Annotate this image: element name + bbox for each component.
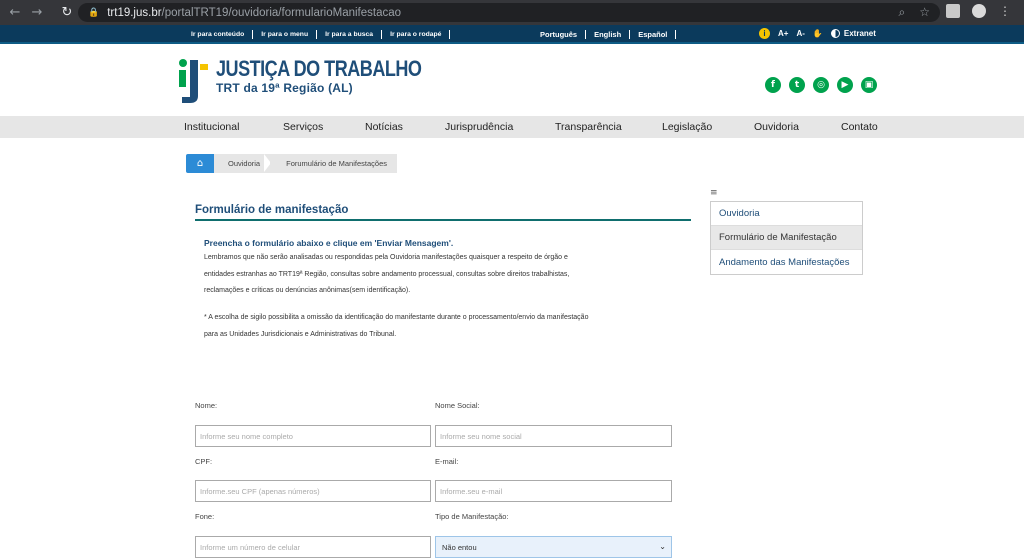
main-nav: Institucional Serviços Notícias Jurispru… [0,116,1024,138]
skip-content-link[interactable]: Ir para conteúdo [191,30,254,39]
side-menu-andamento[interactable]: Andamento das Manifestações [711,250,862,274]
forward-icon[interactable]: → [26,2,48,24]
secrecy-line: * A escolha de sigilo possibilita a omis… [204,314,589,321]
breadcrumb-current-label: Forumulário de Manifestações [286,159,387,168]
accessibility-bar: Ir para conteúdo Ir para o menu Ir para … [0,25,1024,44]
font-decrease-button[interactable]: A- [796,29,804,38]
secrecy-line: para as Unidades Jurisdicionais e Admini… [204,330,397,338]
nome-input[interactable]: Informe seu nome completo [195,425,431,447]
logo-title: JUSTIÇA DO TRABALHO [216,56,422,81]
browser-toolbar: ← → ↻ 🔒 trt19.jus.br/portalTRT19/ouvidor… [0,0,1024,25]
fone-label: Fone: [195,512,215,521]
reload-icon[interactable]: ↻ [56,2,78,24]
font-increase-button[interactable]: A+ [778,29,788,38]
nome-social-label: Nome Social: [435,401,480,410]
secrecy-paragraph: * A escolha de sigilo possibilita a omis… [204,310,674,343]
site-header: JUSTIÇA DO TRABALHO TRT da 19ª Região (A… [0,46,1024,116]
contrast-icon[interactable] [830,29,840,38]
breadcrumb-ouvidoria-label: Ouvidoria [228,159,261,168]
cpf-input[interactable]: Informe.seu CPF (apenas números) [195,480,431,502]
page-title: Formulário de manifestação [195,204,349,216]
tipo-label: Tipo de Manifestação: [435,512,509,521]
breadcrumb-current: Forumulário de Manifestações [270,154,397,173]
flickr-icon[interactable]: ▣ [861,77,877,93]
instagram-icon[interactable]: ◎ [813,77,829,93]
star-icon[interactable]: ☆ [919,5,930,20]
sign-language-icon[interactable]: ✋ [813,29,823,38]
logo-mark-icon [176,56,210,106]
zoom-icon[interactable]: ⌕ [899,5,906,20]
side-menu: Ouvidoria Formulário de Manifestação And… [710,201,863,275]
nome-label: Nome: [195,401,218,410]
nav-jurisprudencia[interactable]: Jurisprudência [445,121,513,133]
url-host: trt19.jus.br [107,6,162,19]
breadcrumb: ⌂ Ouvidoria Forumulário de Manifestações [186,154,397,173]
nav-ouvidoria[interactable]: Ouvidoria [754,121,799,133]
extension-icon[interactable] [946,4,960,18]
home-icon[interactable]: ⌂ [186,154,221,173]
notice-paragraph: Lembramos que não serão analisadas ou re… [204,250,674,300]
nav-noticias[interactable]: Notícias [365,121,403,133]
lock-icon: 🔒 [88,7,100,18]
breadcrumb-ouvidoria[interactable]: Ouvidoria [214,154,272,173]
nav-institucional[interactable]: Institucional [184,121,239,133]
skip-search-link[interactable]: Ir para a busca [317,30,383,39]
nav-contato[interactable]: Contato [841,121,878,133]
nav-legislacao[interactable]: Legislação [662,121,712,133]
tipo-selected-value: Não entou [442,542,477,552]
accessibility-icon[interactable]: i [759,28,770,39]
lang-pt-link[interactable]: Português [540,30,587,39]
form-instructions: Preencha o formulário abaixo e clique em… [204,238,454,248]
hamburger-icon[interactable]: ≡ [710,188,718,198]
back-icon[interactable]: ← [4,2,26,24]
lang-en-link[interactable]: English [586,30,631,39]
site-logo[interactable]: JUSTIÇA DO TRABALHO TRT da 19ª Região (A… [176,56,467,106]
fone-input[interactable]: Informe um número de celular [195,536,431,558]
nav-servicos[interactable]: Serviços [283,121,323,133]
extranet-link[interactable]: Extranet [844,29,876,38]
social-links: f t ◎ ▶ ▣ [765,77,877,93]
skip-menu-link[interactable]: Ir para o menu [253,30,318,39]
nav-transparencia[interactable]: Transparência [555,121,622,133]
notice-line: Lembramos que não serão analisadas ou re… [204,254,568,261]
cpf-label: CPF: [195,457,213,466]
globe-icon[interactable] [972,4,986,18]
notice-line: reclamações e críticas ou denúncias anôn… [204,287,411,294]
logo-subtitle: TRT da 19ª Região (AL) [216,81,353,95]
address-bar[interactable]: 🔒 trt19.jus.br/portalTRT19/ouvidoria/for… [78,3,940,22]
nome-social-input[interactable]: Informe seu nome social [435,425,672,447]
notice-line: entidades estranhas ao TRT19ª Região, co… [204,270,570,278]
youtube-icon[interactable]: ▶ [837,77,853,93]
email-label: E-mail: [435,457,459,466]
tipo-select[interactable]: Não entou ⌄ [435,536,672,558]
side-menu-ouvidoria[interactable]: Ouvidoria [711,202,862,226]
skip-footer-link[interactable]: Ir para o rodapé [382,30,451,39]
title-divider [195,219,691,221]
lang-es-link[interactable]: Español [630,30,677,39]
menu-dots-icon[interactable]: ⋮ [998,4,1012,18]
side-menu-formulario[interactable]: Formulário de Manifestação [711,226,862,250]
twitter-icon[interactable]: t [789,77,805,93]
email-input[interactable]: Informe.seu e-mail [435,480,672,502]
facebook-icon[interactable]: f [765,77,781,93]
url-path: /portalTRT19/ouvidoria/formularioManifes… [161,6,402,19]
